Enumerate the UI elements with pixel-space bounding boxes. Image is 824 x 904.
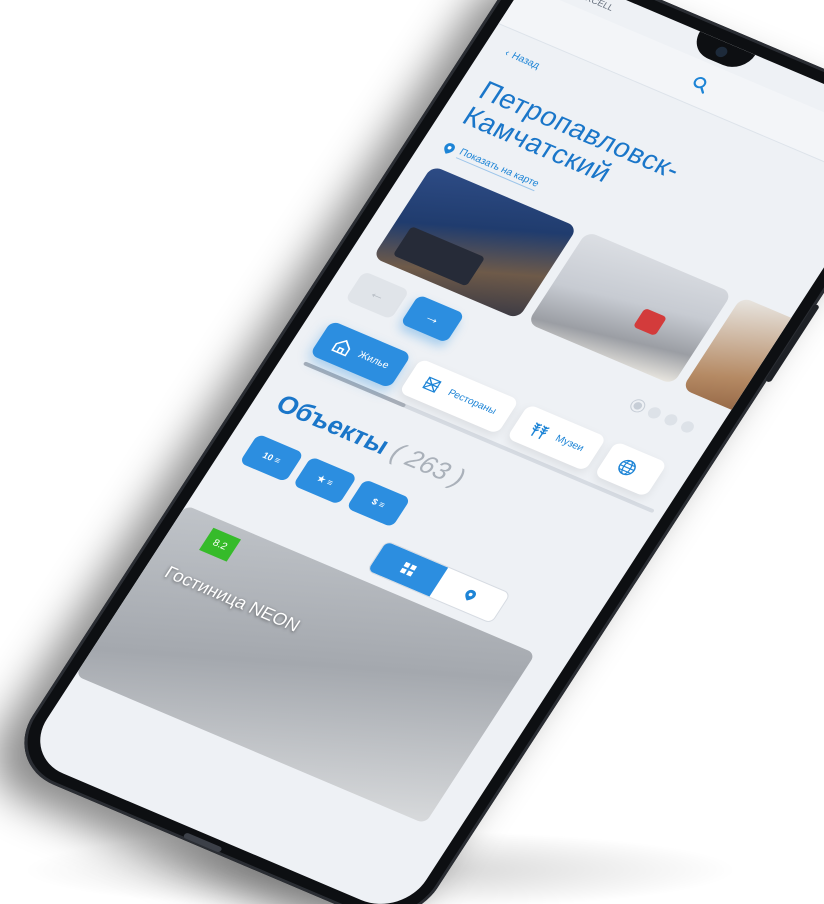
objects-count: ( 263 )	[385, 437, 472, 493]
map-pin-icon	[464, 589, 476, 601]
tab-restaurants-label: Рестораны	[445, 387, 499, 417]
pagination-dot[interactable]	[662, 412, 680, 428]
tab-housing-label: Жилье	[356, 349, 392, 371]
globe-icon	[618, 459, 637, 476]
wheat-icon	[530, 422, 550, 440]
map-pin-icon	[444, 142, 456, 154]
grid-icon	[399, 561, 417, 577]
house-icon	[331, 339, 351, 357]
phone-screen: TURKCELL ‹ Назад Петропавловск-Камчатски…	[22, 0, 824, 904]
phone-device: TURKCELL ‹ Назад Петропавловск-Камчатски…	[2, 0, 824, 904]
sort-by-rating-button[interactable]: 10 ≡	[239, 433, 305, 483]
sort-stars-icon: ★	[315, 472, 329, 485]
tab-museums[interactable]: Музеи	[506, 404, 607, 472]
pagination-dot[interactable]	[628, 398, 647, 414]
sort-by-stars-button[interactable]: ★ ≡	[292, 456, 358, 505]
sort-by-price-button[interactable]: $ ≡	[346, 479, 411, 528]
tab-restaurants[interactable]: Рестораны	[399, 358, 520, 435]
tab-housing[interactable]: Жилье	[309, 320, 413, 389]
gallery-prev-button[interactable]: ←	[344, 271, 410, 320]
stage: TURKCELL ‹ Назад Петропавловск-Камчатски…	[0, 0, 824, 904]
pagination-dot[interactable]	[678, 419, 697, 435]
tab-museums-label: Музеи	[553, 432, 587, 454]
restaurant-icon	[422, 376, 443, 394]
main-content: ‹ Назад Петропавловск-Камчатский Показат…	[75, 24, 824, 836]
back-label: Назад	[509, 50, 542, 72]
pagination-dot[interactable]	[645, 405, 664, 421]
rating-badge: 8.2	[199, 527, 242, 562]
search-icon[interactable]	[688, 73, 715, 95]
gallery-pagination	[628, 398, 697, 435]
sort-price-icon: $	[369, 496, 380, 507]
gallery-next-button[interactable]: →	[400, 294, 465, 343]
sort-rating-icon: 10	[260, 450, 276, 463]
listing-name: Гостиница NEON	[161, 562, 304, 636]
